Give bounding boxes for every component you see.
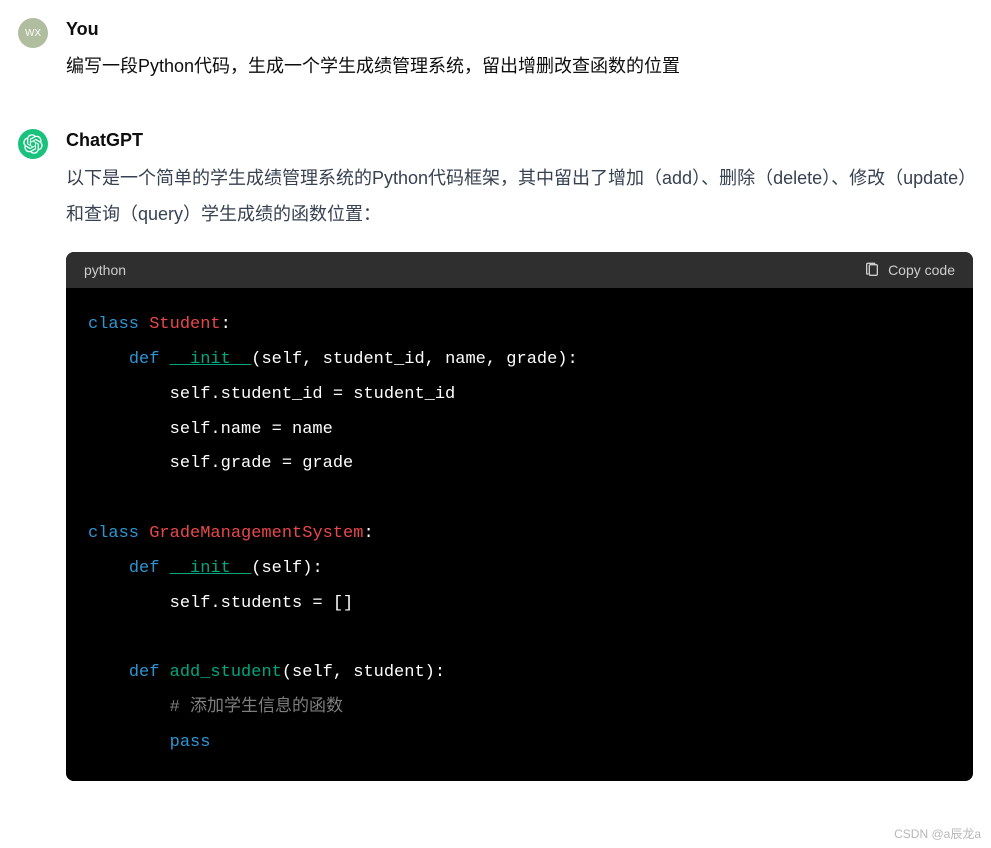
- code-token: GradeManagementSystem: [149, 524, 363, 543]
- code-token: :: [221, 315, 231, 334]
- code-token: class: [88, 315, 139, 334]
- code-token: pass: [170, 733, 211, 752]
- user-author: You: [66, 18, 973, 41]
- code-token: (self, student):: [282, 663, 445, 682]
- code-language-label: python: [84, 262, 126, 278]
- code-token: self.students = []: [88, 594, 353, 613]
- assistant-text: 以下是一个简单的学生成绩管理系统的Python代码框架，其中留出了增加（add）…: [66, 160, 973, 232]
- user-avatar: WX: [18, 18, 48, 48]
- code-token: :: [363, 524, 373, 543]
- code-header: python Copy code: [66, 252, 973, 288]
- code-token: add_student: [170, 663, 282, 682]
- code-token: self.student_id = student_id: [88, 385, 455, 404]
- watermark: CSDN @a辰龙a: [894, 825, 981, 842]
- code-token: class: [88, 524, 139, 543]
- code-token: self.name = name: [88, 420, 333, 439]
- code-token: def: [129, 559, 160, 578]
- code-token: __init__: [170, 559, 252, 578]
- code-token: self.grade = grade: [88, 454, 353, 473]
- user-message: WX You 编写一段Python代码，生成一个学生成绩管理系统，留出增删改查函…: [18, 18, 973, 84]
- assistant-author: ChatGPT: [66, 129, 973, 152]
- avatar-initials: WX: [25, 28, 41, 39]
- copy-code-label: Copy code: [888, 262, 955, 278]
- code-token: def: [129, 663, 160, 682]
- code-token: __init__: [170, 350, 252, 369]
- user-text: 编写一段Python代码，生成一个学生成绩管理系统，留出增删改查函数的位置: [66, 49, 973, 83]
- chatgpt-logo-icon: [23, 134, 43, 154]
- user-message-content: You 编写一段Python代码，生成一个学生成绩管理系统，留出增删改查函数的位…: [66, 18, 973, 84]
- code-block: python Copy code class Student: def __in…: [66, 252, 973, 781]
- code-token: (self, student_id, name, grade):: [251, 350, 577, 369]
- copy-code-button[interactable]: Copy code: [864, 262, 955, 278]
- code-token: (self):: [251, 559, 322, 578]
- code-token: # 添加学生信息的函数: [88, 698, 343, 717]
- code-token: Student: [149, 315, 220, 334]
- code-token: def: [129, 350, 160, 369]
- assistant-message-content: ChatGPT 以下是一个简单的学生成绩管理系统的Python代码框架，其中留出…: [66, 129, 973, 781]
- assistant-avatar: [18, 129, 48, 159]
- assistant-message: ChatGPT 以下是一个简单的学生成绩管理系统的Python代码框架，其中留出…: [18, 129, 973, 781]
- clipboard-icon: [864, 262, 880, 278]
- code-body[interactable]: class Student: def __init__(self, studen…: [66, 288, 973, 781]
